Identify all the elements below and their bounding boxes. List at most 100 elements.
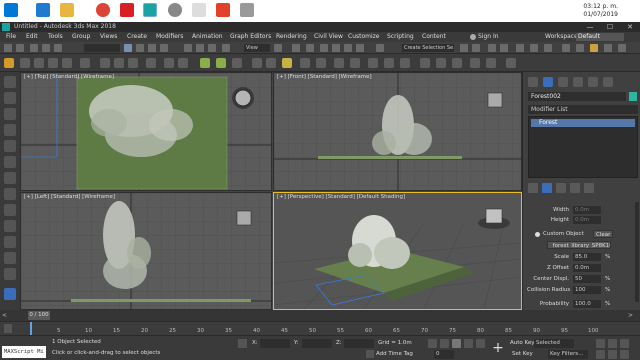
field-of-view-icon[interactable]	[596, 350, 605, 359]
zoom-extents-icon[interactable]	[620, 339, 629, 348]
3dsmax-taskbar-icon[interactable]	[143, 3, 157, 17]
railclone-icon[interactable]	[216, 58, 226, 68]
scene-explorer-icon[interactable]	[488, 44, 496, 52]
material-editor-icon[interactable]	[544, 44, 552, 52]
zoom-icon[interactable]	[596, 339, 605, 348]
menu-views[interactable]: Views	[100, 32, 117, 42]
chrome-icon[interactable]	[96, 3, 110, 17]
forest-pack-icon[interactable]	[200, 58, 210, 68]
ribbon-tool-27-icon[interactable]	[486, 58, 496, 68]
acrobat-icon[interactable]	[216, 3, 230, 17]
left-tool-1-icon[interactable]	[4, 76, 16, 88]
custom-object-pick-button[interactable]: _forest_library_SP8K1QA	[547, 241, 611, 249]
ribbon-tool-7-icon[interactable]	[114, 58, 124, 68]
pivot-center-icon[interactable]	[274, 44, 282, 52]
custom-object-radio[interactable]	[535, 232, 540, 237]
render-setup-icon[interactable]	[562, 44, 570, 52]
display-tab-icon[interactable]	[588, 77, 598, 87]
left-tool-13-icon[interactable]	[4, 268, 16, 280]
bind-space-warp-icon[interactable]	[54, 44, 62, 52]
viewport-top-label[interactable]: [+] [Top] [Standard] [Wireframe]	[24, 74, 114, 80]
viewport-front-label[interactable]: [+] [Front] [Standard] [Wireframe]	[277, 74, 372, 80]
ribbon-tool-17-icon[interactable]	[316, 58, 326, 68]
utilities-tab-icon[interactable]	[603, 77, 613, 87]
key-filters-button[interactable]: Key Filters...	[548, 350, 588, 359]
ribbon-tool-2-icon[interactable]	[34, 58, 44, 68]
y-coordinate-field[interactable]	[302, 339, 332, 348]
menu-create[interactable]: Create	[127, 32, 147, 42]
add-time-tag-button[interactable]: Add Time Tag	[376, 351, 413, 357]
ribbon-tool-18-icon[interactable]	[334, 58, 344, 68]
collision-radius-spinner[interactable]: 100	[573, 286, 601, 294]
command-panel-scrollbar[interactable]	[635, 202, 639, 302]
selected-dropdown[interactable]: Selected	[534, 339, 574, 348]
ribbon-tool-26-icon[interactable]	[470, 58, 480, 68]
left-tool-10-icon[interactable]	[4, 220, 16, 232]
object-color-swatch[interactable]	[629, 92, 637, 101]
redo-icon[interactable]	[16, 44, 24, 52]
ribbon-tool-28-icon[interactable]	[506, 58, 516, 68]
select-manipulate-icon[interactable]	[292, 44, 300, 52]
ribbon-tool-5-icon[interactable]	[80, 58, 90, 68]
left-tool-4-icon[interactable]	[4, 124, 16, 136]
open-mini-curve-editor-icon[interactable]	[4, 324, 12, 333]
left-tool-9-icon[interactable]	[4, 204, 16, 216]
ribbon-tool-23-icon[interactable]	[420, 58, 430, 68]
select-by-name-icon[interactable]	[136, 44, 144, 52]
next-frame-icon[interactable]	[464, 339, 473, 348]
menu-civil-view[interactable]: Civil View	[314, 32, 343, 42]
clear-button[interactable]: Clear	[593, 230, 614, 238]
ribbon-tool-20-icon[interactable]	[368, 58, 378, 68]
sign-in-button[interactable]: Sign In	[478, 32, 499, 42]
paint-icon[interactable]	[192, 3, 206, 17]
menu-tools[interactable]: Tools	[48, 32, 63, 42]
left-tool-3-icon[interactable]	[4, 108, 16, 120]
track-bar[interactable]: 5 10 15 20 25 30 35 40 45 50 55 60 65 70…	[0, 321, 640, 335]
make-unique-icon[interactable]	[556, 183, 566, 193]
selection-filter-dropdown[interactable]	[84, 44, 120, 52]
globe-icon[interactable]	[168, 3, 182, 17]
ribbon-tool-9-icon[interactable]	[146, 58, 156, 68]
file-explorer-icon[interactable]	[60, 3, 74, 17]
align-icon[interactable]	[472, 44, 480, 52]
minimize-button[interactable]: —	[580, 22, 600, 32]
time-slider-track[interactable]: < 0 / 100 >	[0, 310, 640, 321]
orbit-icon[interactable]	[620, 350, 629, 359]
left-tool-6-icon[interactable]	[4, 156, 16, 168]
ribbon-tool-8-icon[interactable]	[128, 58, 138, 68]
ribbon-tool-6-icon[interactable]	[100, 58, 110, 68]
left-tool-5-icon[interactable]	[4, 140, 16, 152]
move-icon[interactable]	[184, 44, 192, 52]
ribbon-tool-3-icon[interactable]	[48, 58, 58, 68]
probability-spinner[interactable]: 100.0	[573, 300, 601, 308]
viewport-front[interactable]: [+] [Front] [Standard] [Wireframe]	[273, 72, 522, 191]
viewport-left-label[interactable]: [+] [Left] [Standard] [Wireframe]	[24, 194, 115, 200]
menu-rendering[interactable]: Rendering	[276, 32, 307, 42]
scale-icon[interactable]	[208, 44, 216, 52]
select-object-icon[interactable]	[124, 44, 132, 52]
ribbon-tool-1-icon[interactable]	[20, 58, 30, 68]
render-production-icon[interactable]	[590, 44, 598, 52]
ribbon-tool-22-icon[interactable]	[400, 58, 410, 68]
left-tool-12-icon[interactable]	[4, 252, 16, 264]
viewport-perspective-label[interactable]: [+] [Perspective] [Standard] [Default Sh…	[277, 194, 405, 200]
z-coordinate-field[interactable]	[344, 339, 374, 348]
time-slider-left-arrow-icon[interactable]: <	[2, 312, 7, 319]
keyboard-shortcut-icon[interactable]	[306, 44, 314, 52]
motion-tab-icon[interactable]	[573, 77, 583, 87]
snaps-toggle-icon[interactable]	[320, 44, 328, 52]
scale-spinner[interactable]: 85.0	[573, 253, 601, 261]
set-key-button[interactable]: Set Key	[512, 351, 533, 357]
spinner-snap-icon[interactable]	[356, 44, 364, 52]
a360-icon[interactable]	[618, 44, 626, 52]
left-tool-2-icon[interactable]	[4, 92, 16, 104]
zoom-all-icon[interactable]	[608, 339, 617, 348]
workspace-dropdown[interactable]: Default	[576, 33, 624, 41]
current-frame-field[interactable]: 0	[434, 350, 454, 359]
menu-content[interactable]: Content	[422, 32, 446, 42]
edit-named-selections-icon[interactable]	[376, 44, 384, 52]
menu-file[interactable]: File	[6, 32, 16, 42]
menu-customize[interactable]: Customize	[348, 32, 380, 42]
viewport-top[interactable]: [+] [Top] [Standard] [Wireframe]	[20, 72, 272, 191]
unlink-icon[interactable]	[42, 44, 50, 52]
